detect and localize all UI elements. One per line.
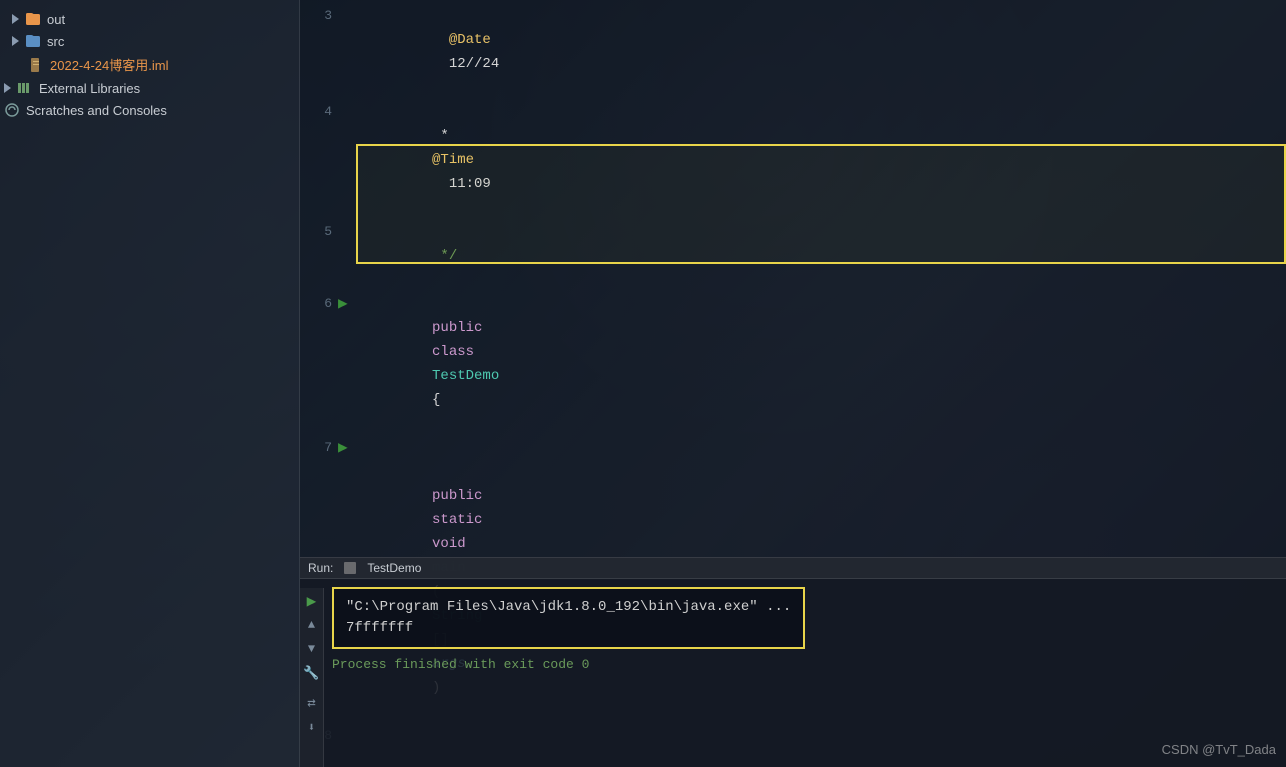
sidebar-label-extlib: External Libraries (39, 81, 140, 96)
run-name: TestDemo (367, 561, 421, 575)
line-content-3: @Date 12//24 (348, 4, 1286, 100)
indent-7 (432, 464, 466, 480)
run-arrow-icon-6: ▶ (338, 292, 348, 316)
code-line-3: 3 @Date 12//24 (300, 4, 1286, 100)
sidebar-label-src: src (47, 34, 64, 49)
line-content-5: */ (348, 220, 1286, 292)
watermark: CSDN @TvT_Dada (1162, 742, 1276, 757)
code-line-4: 4 * @Time 11:09 (300, 100, 1286, 220)
kw-public-6: public (432, 320, 491, 336)
sidebar-item-out[interactable]: out (0, 8, 299, 30)
line-num-5: 5 (300, 220, 348, 244)
download-icon[interactable]: ⬇ (303, 718, 321, 736)
sidebar-label-iml: 2022-4-24博客用.iml (50, 55, 169, 74)
line-content-4: * @Time 11:09 (348, 100, 1286, 220)
console-finish-line: Process finished with exit code 0 (324, 653, 1286, 676)
sidebar-label-scratches: Scratches and Consoles (26, 103, 167, 118)
code-line-5: 5 */ (300, 220, 1286, 292)
console-output-box: "C:\Program Files\Java\jdk1.8.0_192\bin\… (332, 587, 805, 649)
arrow-icon (12, 14, 19, 24)
scroll-up-button[interactable]: ▲ (303, 616, 321, 634)
line-num-3: 3 (300, 4, 348, 28)
arrow-icon-extlib (4, 83, 11, 93)
play-button[interactable]: ▶ (303, 592, 321, 610)
file-icon-iml (28, 57, 44, 73)
folder-icon-src (25, 33, 41, 49)
scratches-icon (4, 102, 20, 118)
console-command-line: "C:\Program Files\Java\jdk1.8.0_192\bin\… (346, 597, 791, 618)
console-content: "C:\Program Files\Java\jdk1.8.0_192\bin\… (324, 579, 1286, 758)
bottom-panel: Run: TestDemo ▶ ▲ ▼ 🔧 ⇄ ⬇ "C:\Program Fi… (300, 557, 1286, 767)
sidebar: out src 2022-4-24博客用.iml Exter (0, 0, 300, 767)
star-prefix: * (432, 128, 457, 144)
file-icon-run (343, 561, 357, 575)
brace-6: { (432, 392, 440, 408)
comment-close: */ (432, 248, 457, 264)
line-num-4: 4 (300, 100, 348, 124)
arrow-icon-src (12, 36, 19, 46)
bottom-panel-header: Run: TestDemo (300, 558, 1286, 579)
annotation-date: @Date (432, 32, 491, 48)
extlib-icon (17, 80, 33, 96)
sidebar-item-iml[interactable]: 2022-4-24博客用.iml (0, 52, 299, 77)
scroll-down-button[interactable]: ▼ (303, 640, 321, 658)
code-line-6: 6 ▶ public class TestDemo { (300, 292, 1286, 436)
redirect-icon[interactable]: ⇄ (303, 694, 321, 712)
kw-void-7: void (432, 536, 474, 552)
kw-class: class (432, 344, 482, 360)
folder-icon-out (25, 11, 41, 27)
kw-static-7: static (432, 512, 491, 528)
run-arrow-icon-7: ▶ (338, 436, 348, 460)
sidebar-item-src[interactable]: src (0, 30, 299, 52)
wrench-icon[interactable]: 🔧 (303, 664, 321, 682)
sidebar-item-scratches[interactable]: Scratches and Consoles (0, 99, 299, 121)
annotation-time: @Time (432, 152, 474, 168)
line-content-6: public class TestDemo { (348, 292, 1286, 436)
run-label: Run: (308, 561, 333, 575)
sidebar-label-out: out (47, 12, 65, 27)
time-value: 11:09 (432, 176, 491, 192)
kw-public-7: public (432, 488, 491, 504)
date-value: 12//24 (432, 56, 499, 72)
classname: TestDemo (432, 368, 508, 384)
side-toolbar: ▶ ▲ ▼ 🔧 ⇄ ⬇ (300, 588, 324, 767)
sidebar-item-extlib[interactable]: External Libraries (0, 77, 299, 99)
console-result-line: 7fffffff (346, 618, 791, 639)
